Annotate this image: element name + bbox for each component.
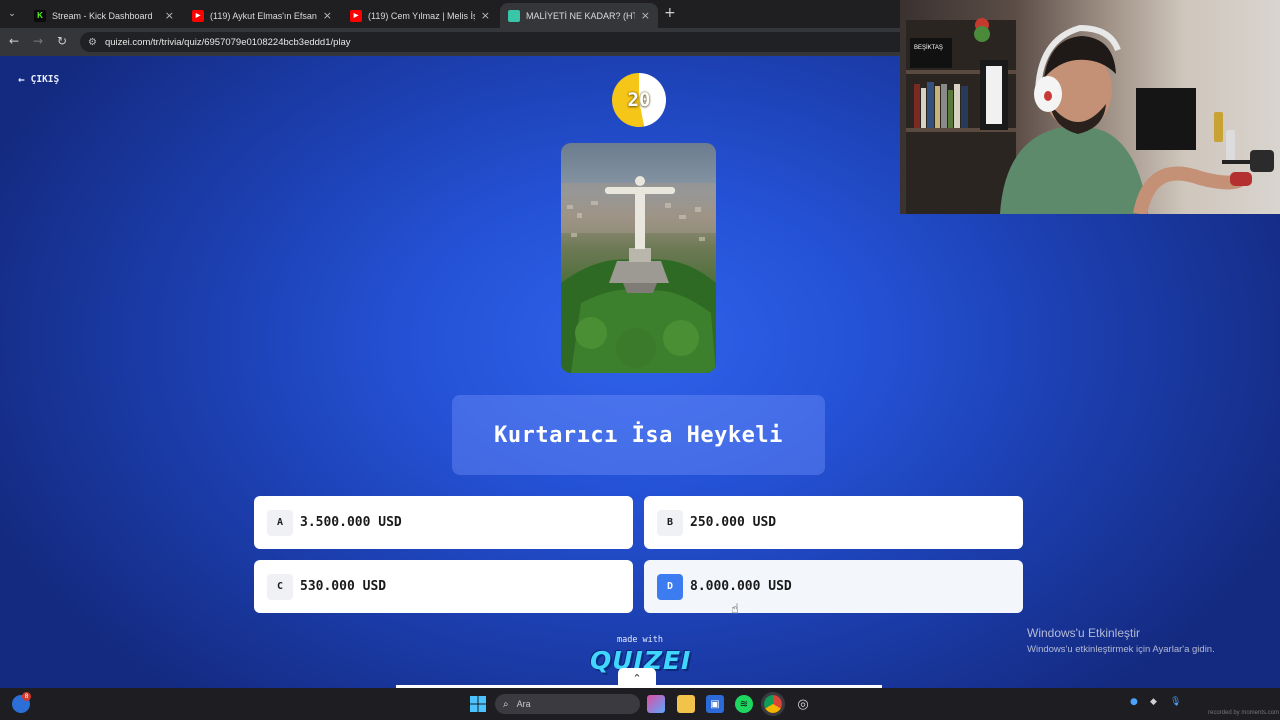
search-placeholder: Ara (516, 699, 531, 709)
tray-app-icon[interactable]: ◆ (1150, 697, 1157, 707)
tab-title: (119) Cem Yılmaz | Melis İşiten (368, 10, 475, 21)
hand-cursor-icon: ☝ (731, 602, 739, 617)
back-arrow-icon[interactable]: ← (9, 34, 19, 48)
option-value: 530.000 USD (300, 579, 387, 594)
file-explorer-icon[interactable] (677, 695, 695, 713)
notification-badge: 8 (22, 692, 31, 701)
tab-title: (119) Aykut Elmas'ın Efsane Eski (210, 10, 317, 21)
tab-youtube-aykut[interactable]: ▶ (119) Aykut Elmas'ın Efsane Eski × (184, 3, 340, 28)
answer-option-a[interactable]: A 3.500.000 USD (254, 496, 633, 549)
activation-title: Windows'u Etkinleştir (1027, 626, 1140, 640)
new-tab-icon[interactable]: + (664, 5, 676, 21)
reload-icon[interactable]: ↻ (57, 34, 67, 48)
option-value: 8.000.000 USD (690, 579, 792, 594)
url-field[interactable]: ⚙ quizei.com/tr/trivia/quiz/6957079e0108… (80, 32, 940, 52)
recorder-watermark: recorded by moments.com (1208, 710, 1280, 716)
banner-text: BEŞİKTAŞ (914, 44, 943, 51)
tray-dot-icon[interactable]: ● (1130, 697, 1138, 707)
question-image (561, 143, 716, 373)
option-value: 250.000 USD (690, 515, 777, 530)
activation-subtitle: Windows'u etkinleştirmek için Ayarlar'a … (1027, 644, 1215, 655)
tab-kick-dashboard[interactable]: K Stream - Kick Dashboard × (26, 3, 182, 28)
store-icon[interactable]: ▣ (706, 695, 724, 713)
tab-search-chevron-icon[interactable]: ⌄ (4, 6, 20, 22)
option-letter-badge: D (657, 573, 683, 600)
option-letter-badge: A (267, 509, 293, 536)
windows-logo (470, 696, 486, 712)
microphone-icon[interactable]: 🎙 (1170, 697, 1181, 707)
tab-title: MALİYETİ NE KADAR? (HTALKS (526, 10, 635, 21)
search-icon: ⌕ (503, 698, 509, 710)
kick-icon: K (34, 9, 46, 22)
quizei-icon (508, 9, 520, 22)
chevron-up-icon[interactable]: ⌃ (618, 668, 656, 688)
windows-start-icon[interactable] (469, 695, 487, 713)
url-text: quizei.com/tr/trivia/quiz/6957079e010822… (104, 36, 351, 48)
tab-quiz-active[interactable]: MALİYETİ NE KADAR? (HTALKS × (500, 3, 658, 28)
tab-youtube-cem[interactable]: ▶ (119) Cem Yılmaz | Melis İşiten × (342, 3, 498, 28)
forward-arrow-icon[interactable]: → (33, 34, 43, 48)
answer-option-b[interactable]: B 250.000 USD (644, 496, 1023, 549)
answer-option-d[interactable]: D 8.000.000 USD (644, 560, 1023, 613)
question-text: Kurtarıcı İsa Heykeli (494, 422, 783, 448)
close-tab-icon[interactable]: × (481, 9, 490, 22)
option-value: 3.500.000 USD (300, 515, 402, 530)
answer-option-c[interactable]: C 530.000 USD (254, 560, 633, 613)
exit-button[interactable]: ← ÇIKIŞ (18, 73, 59, 86)
countdown-timer: 20 (612, 73, 666, 127)
tab-title: Stream - Kick Dashboard (52, 10, 153, 21)
made-with-label: made with (616, 635, 664, 645)
youtube-icon: ▶ (192, 9, 204, 22)
obs-icon[interactable]: ◎ (794, 695, 812, 713)
timer-value: 20 (627, 89, 651, 111)
streamer-webcam-feed: BEŞİKTAŞ (906, 18, 1274, 214)
option-letter-badge: B (657, 509, 683, 536)
taskbar-search-field[interactable]: ⌕ Ara (495, 694, 640, 714)
christ-the-redeemer-illustration (561, 176, 716, 373)
youtube-icon: ▶ (350, 9, 362, 22)
site-settings-icon[interactable]: ⚙ (88, 37, 97, 48)
back-arrow-icon: ← (18, 73, 25, 86)
spotify-icon[interactable]: ≋ (735, 695, 753, 713)
chrome-icon[interactable] (761, 692, 785, 716)
close-tab-icon[interactable]: × (165, 9, 174, 22)
windows-taskbar: 8 ⌕ Ara ▣ ≋ ◎ ● ◆ 🎙 (0, 688, 1280, 720)
option-letter-badge: C (267, 573, 293, 600)
webcam-overlay: BEŞİKTAŞ (900, 0, 1280, 214)
windows-activation-notice: Windows'u Etkinleştir Windows'u etkinleş… (1027, 626, 1215, 655)
close-tab-icon[interactable]: × (641, 9, 650, 22)
exit-label: ÇIKIŞ (30, 74, 60, 85)
close-tab-icon[interactable]: × (323, 9, 332, 22)
question-card: Kurtarıcı İsa Heykeli (452, 395, 825, 475)
copilot-icon[interactable] (647, 695, 665, 713)
